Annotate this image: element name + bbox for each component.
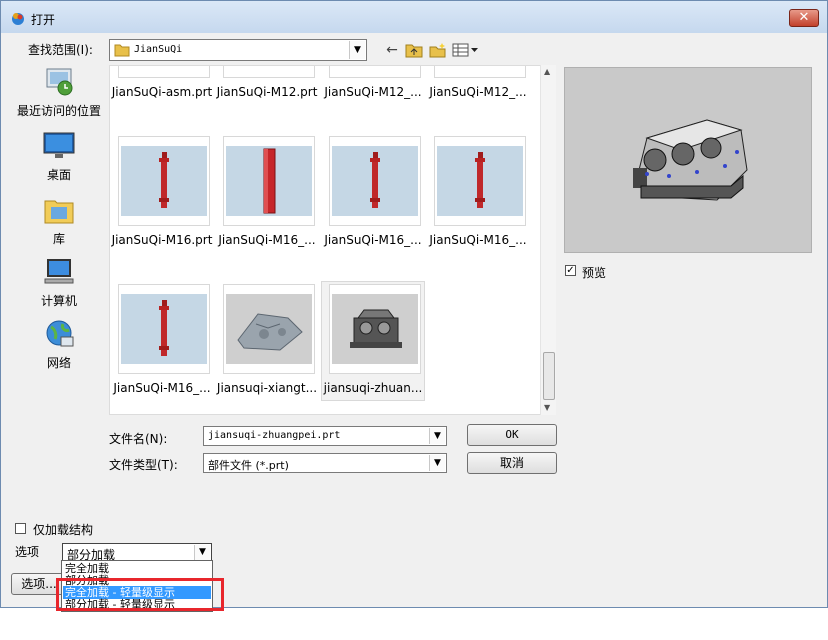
place-desktop[interactable]: 桌面: [15, 131, 103, 183]
file-list[interactable]: JianSuQi-asm.prt JianSuQi-M12.prt JianSu…: [109, 65, 556, 415]
scrollbar-thumb[interactable]: [543, 352, 555, 400]
gearbox-preview-image: [633, 119, 748, 201]
file-name: JianSuQi-M12.prt: [216, 85, 318, 99]
close-button[interactable]: ✕: [789, 9, 819, 27]
filename-input[interactable]: jiansuqi-zhuangpei.prt ▼: [203, 426, 447, 446]
file-thumbnail: [434, 66, 526, 78]
place-label: 计算机: [40, 294, 77, 308]
file-name: Jiansuqi-xiangt...: [216, 381, 318, 395]
file-thumbnail: [223, 136, 315, 226]
file-thumbnail: [223, 284, 315, 374]
cancel-button[interactable]: 取消: [467, 452, 557, 474]
place-libraries[interactable]: 库: [15, 195, 103, 247]
chevron-down-icon[interactable]: ▼: [429, 455, 445, 471]
place-label: 最近访问的位置: [16, 104, 101, 118]
libraries-icon: [44, 200, 74, 224]
file-name: jiansuqi-zhuan...: [323, 381, 423, 395]
file-name: JianSuQi-asm.prt: [111, 85, 213, 99]
file-thumbnail: [118, 66, 210, 78]
chevron-down-icon[interactable]: ▼: [194, 545, 210, 560]
scroll-down-icon[interactable]: ▼: [544, 403, 550, 412]
place-recent[interactable]: 最近访问的位置: [15, 67, 103, 119]
file-name: JianSuQi-M16_...: [429, 233, 527, 247]
computer-icon: [44, 259, 74, 284]
window-title: 打开: [31, 13, 56, 27]
structure-only-label: 仅加载结构: [33, 523, 94, 537]
file-name: JianSuQi-M12_...: [429, 85, 527, 99]
scroll-up-icon[interactable]: ▲: [544, 67, 550, 76]
look-in-label: 查找范围(I):: [28, 43, 93, 57]
file-thumbnail: [329, 66, 421, 78]
app-icon: [12, 13, 24, 25]
annotation-highlight-box: [56, 578, 224, 611]
options-label: 选项: [15, 545, 40, 559]
place-computer[interactable]: 计算机: [15, 257, 103, 309]
ok-button[interactable]: OK: [467, 424, 557, 446]
place-label: 网络: [46, 356, 71, 370]
bolt-thumbnail: [121, 294, 207, 364]
look-in-combo[interactable]: JianSuQi ▼: [109, 39, 367, 61]
place-label: 桌面: [46, 168, 71, 182]
file-name: JianSuQi-M12_...: [324, 85, 422, 99]
bolt-thumbnail: [121, 146, 207, 216]
view-menu-icon[interactable]: [452, 42, 480, 58]
file-name: JianSuQi-M16.prt: [111, 233, 213, 247]
place-network[interactable]: 网络: [15, 319, 103, 371]
file-name: JianSuQi-M16_...: [218, 233, 316, 247]
structure-only-checkbox[interactable]: [15, 523, 26, 534]
file-list-scrollbar[interactable]: ▲ ▼: [540, 65, 556, 415]
gearbox-thumbnail: [332, 294, 418, 364]
filetype-select[interactable]: 部件文件 (*.prt) ▼: [203, 453, 447, 473]
chevron-down-icon[interactable]: ▼: [349, 41, 365, 59]
bolt-thumbnail: [437, 146, 523, 216]
filename-label: 文件名(N):: [109, 432, 168, 446]
open-dialog: 打开 ✕ 查找范围(I): JianSuQi ▼ ← 最近访问的位置 桌面 库 …: [0, 0, 828, 608]
preview-pane: [564, 67, 812, 253]
file-thumbnail: [329, 284, 421, 374]
chevron-down-icon[interactable]: ▼: [429, 428, 445, 444]
look-in-value: JianSuQi: [134, 44, 183, 55]
up-folder-icon[interactable]: [405, 42, 423, 58]
folder-icon: [114, 44, 130, 57]
file-thumbnail: [329, 136, 421, 226]
filename-value: jiansuqi-zhuangpei.prt: [208, 430, 341, 441]
new-folder-icon[interactable]: [429, 42, 447, 58]
file-thumbnail: [434, 136, 526, 226]
housing-thumbnail: [226, 294, 312, 364]
back-arrow-icon[interactable]: ←: [383, 42, 401, 58]
network-icon: [46, 320, 74, 347]
filetype-label: 文件类型(T):: [109, 458, 178, 472]
recent-places-icon: [46, 68, 73, 96]
file-thumbnail: [118, 284, 210, 374]
place-label: 库: [52, 232, 65, 246]
bar-thumbnail: [226, 146, 312, 216]
preview-checkbox[interactable]: ✓: [565, 265, 576, 276]
title-bar: 打开 ✕: [1, 1, 827, 33]
file-name: JianSuQi-M16_...: [113, 381, 211, 395]
file-name: JianSuQi-M16_...: [324, 233, 422, 247]
desktop-icon: [43, 132, 75, 158]
file-thumbnail: [223, 66, 315, 78]
bolt-thumbnail: [332, 146, 418, 216]
file-thumbnail: [118, 136, 210, 226]
preview-label: 预览: [582, 266, 607, 280]
filetype-value: 部件文件 (*.prt): [208, 459, 289, 472]
